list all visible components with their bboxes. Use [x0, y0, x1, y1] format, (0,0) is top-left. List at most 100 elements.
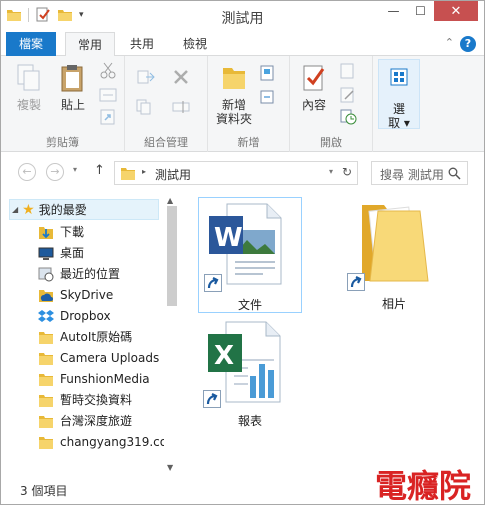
tab-share[interactable]: 共用 [118, 32, 166, 56]
scroll-thumb[interactable] [167, 206, 177, 306]
dropbox-icon [38, 309, 54, 322]
file-list: W 文件 相片 X 報表 [181, 192, 484, 476]
copy-to-icon[interactable] [135, 98, 155, 116]
folder-icon [121, 168, 135, 180]
open-group-label: 開啟 [320, 136, 342, 149]
folder-icon [39, 373, 53, 386]
window-controls: — ☐ ✕ [380, 1, 478, 21]
file-item-excel[interactable]: X 報表 [198, 320, 302, 436]
nav-item-skydrive[interactable]: SkyDrive [38, 284, 113, 305]
ribbon-tabs: 檔案 常用 共用 檢視 ⌃ ? [1, 32, 484, 57]
rename-icon[interactable] [171, 98, 191, 116]
svg-text:X: X [214, 341, 234, 371]
breadcrumb-chevron-icon[interactable]: ▸ [142, 167, 146, 176]
address-bar[interactable]: ▸ 測試用 ▾ ↻ [114, 161, 358, 185]
file-name[interactable]: 報表 [198, 412, 302, 429]
close-button[interactable]: ✕ [434, 1, 478, 21]
folder-icon [39, 394, 53, 407]
maximize-button[interactable]: ☐ [407, 1, 434, 21]
paste-icon [61, 65, 83, 92]
file-item-word[interactable]: W 文件 [198, 197, 302, 313]
nav-item-taiwan-travel[interactable]: 台灣深度旅遊 [38, 410, 132, 431]
file-name[interactable]: 文件 [199, 296, 301, 313]
forward-button[interactable]: → [46, 163, 64, 181]
refresh-icon[interactable]: ↻ [342, 165, 352, 179]
select-label-2: 取 ▾ [388, 116, 410, 130]
paste-shortcut-icon[interactable] [98, 108, 118, 126]
nav-item-changyang[interactable]: changyang319.com [38, 431, 164, 452]
easy-access-icon[interactable] [258, 88, 278, 106]
properties-icon [303, 65, 325, 91]
ribbon-collapse-icon[interactable]: ⌃ [445, 36, 454, 49]
nav-item-downloads[interactable]: 下載 [38, 221, 84, 242]
nav-item-desktop[interactable]: 桌面 [38, 242, 84, 263]
minimize-button[interactable]: — [380, 1, 407, 21]
nav-item-label: FunshionMedia [60, 371, 150, 386]
nav-item-dropbox[interactable]: Dropbox [38, 305, 111, 326]
address-row: ← → ▾ ↑ ▸ 測試用 ▾ ↻ 搜尋 測試用 [1, 152, 484, 192]
tab-file[interactable]: 檔案 [6, 32, 57, 56]
file-item-folder[interactable]: 相片 [342, 197, 446, 313]
nav-item-label: changyang319.com [60, 434, 164, 449]
nav-item-label: Dropbox [60, 308, 111, 323]
nav-item-label: 下載 [60, 225, 85, 239]
nav-item-temp-exchange[interactable]: 暫時交換資料 [38, 389, 132, 410]
copy-path-icon[interactable] [98, 86, 118, 104]
nav-item-label: Camera Uploads [60, 350, 160, 365]
breadcrumb-path[interactable]: 測試用 [155, 166, 191, 183]
recent-dropdown-icon[interactable]: ▾ [73, 165, 77, 174]
shortcut-arrow-icon [203, 390, 221, 408]
new-group-label: 新增 [237, 136, 260, 149]
new-folder-button[interactable]: 新增 資料夾 [212, 63, 256, 126]
paste-label: 貼上 [60, 98, 85, 112]
nav-item-label: AutoIt原始碼 [60, 330, 133, 344]
help-icon[interactable]: ? [460, 36, 476, 52]
paste-button[interactable]: 貼上 [53, 63, 93, 112]
address-dropdown-icon[interactable]: ▾ [329, 167, 333, 176]
copy-button[interactable]: 複製 [11, 63, 47, 112]
select-grid-icon [390, 68, 408, 86]
copy-icon [17, 64, 40, 91]
nav-favorites[interactable]: ◢ ★ 我的最愛 [9, 199, 159, 220]
new-folder-icon [223, 68, 245, 89]
tab-view[interactable]: 檢視 [171, 32, 219, 56]
select-button[interactable]: 選 取 ▾ [378, 59, 420, 130]
downloads-icon [39, 226, 53, 239]
edit-icon[interactable] [338, 86, 358, 104]
folder-icon [39, 436, 53, 449]
folder-icon [39, 415, 53, 428]
delete-icon[interactable] [171, 68, 191, 86]
search-icon[interactable] [448, 167, 461, 180]
nav-item-label: SkyDrive [60, 287, 114, 302]
nav-item-recent[interactable]: 最近的位置 [38, 263, 120, 284]
item-count: 3 個項目 [20, 484, 68, 498]
cut-icon[interactable] [98, 62, 118, 80]
properties-button[interactable]: 內容 [296, 63, 332, 112]
scroll-up-icon[interactable]: ▲ [167, 196, 173, 205]
open-group: 內容 開啟 [290, 56, 373, 152]
open-icon[interactable] [338, 62, 358, 80]
search-placeholder[interactable]: 搜尋 測試用 [380, 166, 444, 183]
explorer-window: ▾ 測試用 — ☐ ✕ 檔案 常用 共用 檢視 ⌃ ? 複製 貼上 剪貼簿 組合… [0, 0, 485, 505]
move-to-icon[interactable] [135, 68, 155, 86]
back-button[interactable]: ← [18, 163, 36, 181]
up-button[interactable]: ↑ [94, 163, 105, 178]
folder-icon [39, 331, 53, 344]
scroll-down-icon[interactable]: ▼ [167, 463, 173, 472]
search-box[interactable]: 搜尋 測試用 [371, 161, 468, 185]
nav-item-camera-uploads[interactable]: Camera Uploads [38, 347, 159, 368]
clipboard-group: 複製 貼上 剪貼簿 [1, 56, 125, 152]
nav-favorites-label: 我的最愛 [38, 203, 87, 217]
file-name[interactable]: 相片 [342, 295, 446, 312]
nav-item-autoit[interactable]: AutoIt原始碼 [38, 326, 132, 347]
nav-scrollbar[interactable]: ▲ ▼ [165, 196, 179, 472]
copy-label: 複製 [16, 98, 41, 112]
tab-home[interactable]: 常用 [65, 32, 116, 57]
new-item-icon[interactable] [258, 64, 278, 82]
nav-item-label: 最近的位置 [60, 267, 121, 281]
expand-chevron-icon[interactable]: ◢ [12, 205, 18, 214]
star-icon: ★ [22, 201, 35, 218]
nav-item-funshion[interactable]: FunshionMedia [38, 368, 150, 389]
clipboard-group-label: 剪貼簿 [46, 136, 79, 149]
history-icon[interactable] [338, 108, 358, 126]
